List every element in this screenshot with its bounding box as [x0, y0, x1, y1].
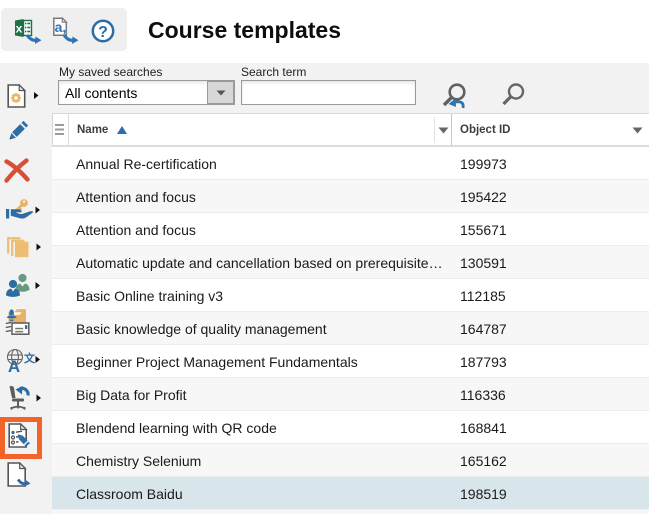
svg-text:A: A — [8, 357, 20, 374]
svg-text:文: 文 — [24, 351, 36, 365]
svg-text:a,: a, — [55, 19, 67, 35]
svg-text:?: ? — [98, 24, 108, 41]
svg-text:x: x — [16, 22, 23, 36]
